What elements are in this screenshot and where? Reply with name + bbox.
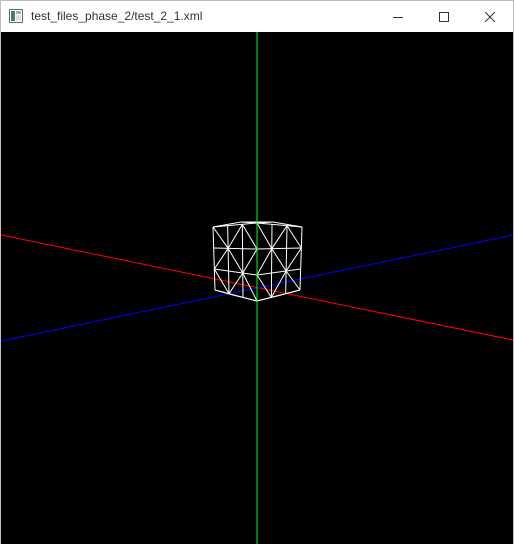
wireframe-edge — [285, 247, 302, 272]
wireframe-edge — [271, 248, 287, 272]
wireframe-edge — [241, 224, 244, 298]
wireframe-edge — [242, 248, 258, 274]
wireframe-edge — [227, 248, 244, 274]
wireframe-edge — [241, 224, 258, 250]
wireframe-edge — [214, 268, 258, 276]
wireframe-edge — [213, 248, 229, 270]
app-window-icon — [9, 9, 23, 23]
wireframe-edge — [286, 225, 302, 249]
wireframe-edge — [212, 222, 258, 228]
wireframe-edge — [285, 225, 288, 294]
wireframe-edge — [299, 226, 303, 291]
maximize-icon — [439, 11, 449, 22]
wireframe-edge — [212, 226, 216, 291]
wireframe-edge — [256, 274, 272, 298]
title-bar[interactable]: test_files_phase_2/test_2_1.xml — [1, 1, 513, 32]
wireframe-edge — [227, 225, 230, 294]
wireframe-edge — [256, 222, 273, 249]
window-title: test_files_phase_2/test_2_1.xml — [31, 9, 203, 23]
wireframe-edge — [285, 270, 301, 291]
wireframe-edge — [232, 294, 258, 302]
wireframe-edge — [213, 247, 258, 250]
wireframe-edge — [212, 226, 229, 249]
wireframe-edge — [270, 224, 273, 298]
minimize-icon — [393, 16, 403, 18]
scene-canvas — [1, 32, 513, 544]
wireframe-edge — [256, 294, 282, 302]
render-viewport[interactable] — [1, 32, 513, 544]
wireframe-edge — [228, 272, 244, 294]
wireframe-edge — [256, 268, 301, 276]
maximize-button[interactable] — [421, 1, 467, 32]
wireframe-edge — [256, 248, 273, 276]
wireframe-edge — [271, 225, 288, 249]
app-window: test_files_phase_2/test_2_1.xml — [0, 0, 514, 544]
wireframe-edge — [256, 247, 302, 250]
close-button[interactable] — [467, 1, 513, 32]
wireframe-edge — [227, 224, 243, 249]
minimize-button[interactable] — [375, 1, 421, 32]
close-icon — [485, 11, 495, 22]
